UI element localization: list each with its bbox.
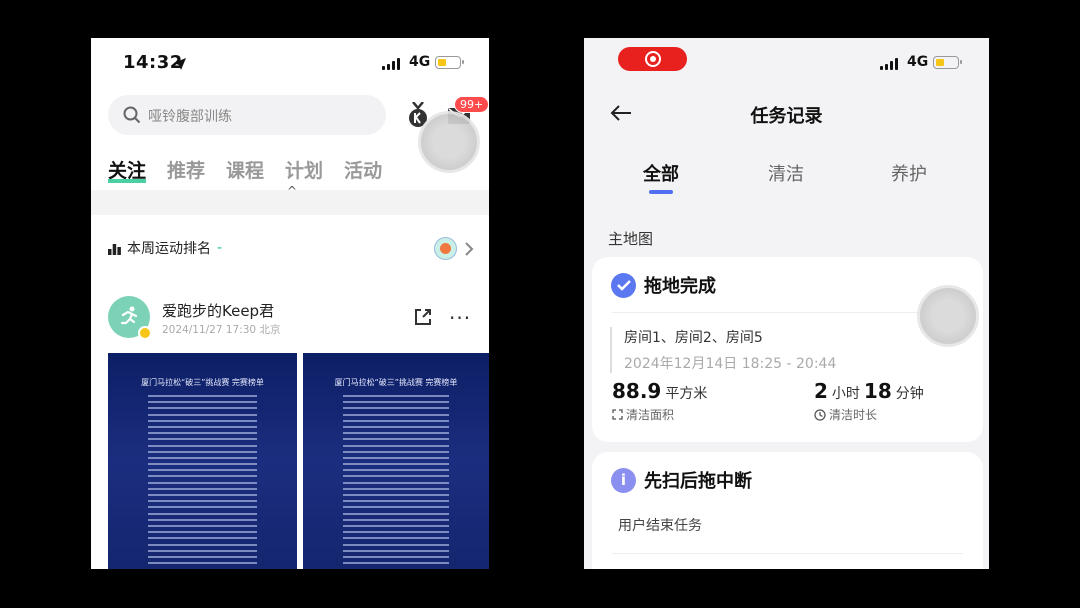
poster-title: 厦门马拉松“破三”挑战赛 完赛榜单 bbox=[334, 378, 458, 387]
tab-courses[interactable]: 课程 bbox=[226, 156, 264, 183]
area-icon bbox=[612, 409, 623, 420]
area-unit: 平方米 bbox=[665, 386, 708, 402]
verified-badge bbox=[138, 326, 152, 340]
duration-label: 清洁时长 bbox=[829, 408, 878, 422]
page-title: 任务记录 bbox=[750, 106, 823, 127]
search-placeholder: 哑铃腹部训练 bbox=[148, 109, 232, 125]
status-bar: 4G bbox=[584, 38, 989, 88]
poster-title: 厦门马拉松“破三”挑战赛 完赛榜单 bbox=[141, 378, 264, 387]
chevron-right-icon[interactable] bbox=[465, 241, 474, 260]
battery-icon bbox=[933, 56, 962, 69]
card-divider bbox=[612, 553, 963, 554]
assistive-touch-button[interactable] bbox=[418, 111, 480, 173]
card-divider bbox=[612, 312, 963, 313]
area-label: 清洁面积 bbox=[626, 408, 675, 422]
assistive-touch-button[interactable] bbox=[917, 285, 979, 347]
area-stat: 88.9 平方米 清洁面积 bbox=[612, 379, 711, 423]
rooms-list: 房间1、房间2、房间5 bbox=[624, 330, 763, 346]
feed-tabs: 关注 推荐 课程 计划 活动 bbox=[108, 156, 382, 183]
post-image-2[interactable]: 厦门马拉松“破三”挑战赛 完赛榜单 bbox=[303, 353, 489, 569]
tab-activities[interactable]: 活动 bbox=[344, 156, 382, 183]
check-icon bbox=[611, 272, 636, 298]
search-icon bbox=[123, 106, 141, 124]
status-bar: 14:32 4G bbox=[91, 38, 489, 88]
time-range: 2024年12月14日 18:25 - 20:44 bbox=[624, 356, 837, 372]
poster-table bbox=[343, 395, 449, 568]
runner-icon bbox=[120, 306, 138, 325]
task-card-mopping[interactable]: 拖地完成 房间1、房间2、房间5 2024年12月14日 18:25 - 20:… bbox=[592, 257, 983, 442]
duration-hours: 2 bbox=[814, 379, 828, 403]
divider-glyph: ^ bbox=[287, 184, 298, 198]
duration-minutes-unit: 分钟 bbox=[895, 386, 924, 402]
card-header: i 先扫后拖中断 bbox=[611, 467, 752, 493]
tab-all[interactable]: 全部 bbox=[643, 160, 679, 194]
signal-icon bbox=[880, 58, 898, 70]
info-icon: i bbox=[611, 467, 636, 493]
tab-cleaning[interactable]: 清洁 bbox=[768, 160, 804, 186]
signal-icon bbox=[382, 58, 400, 70]
tab-maintenance[interactable]: 养护 bbox=[891, 160, 927, 186]
network-label: 4G bbox=[409, 54, 431, 70]
rooms-block: 房间1、房间2、房间5 2024年12月14日 18:25 - 20:44 bbox=[610, 327, 836, 373]
battery-icon bbox=[435, 56, 464, 69]
poster-table bbox=[148, 395, 257, 568]
ranking-title: 本周运动排名 bbox=[127, 241, 211, 257]
right-phone-screen: 4G 任务记录 全部 清洁 养护 主地图 拖地完成 房间1、房间2、房间5 20… bbox=[584, 38, 989, 569]
area-value: 88.9 bbox=[612, 379, 662, 403]
duration-stat: 2 小时 18 分钟 清洁时长 bbox=[814, 379, 928, 423]
post-avatar[interactable] bbox=[108, 296, 152, 340]
ranking-icon bbox=[108, 243, 121, 255]
section-label: 主地图 bbox=[608, 230, 654, 248]
location-arrow-icon bbox=[173, 56, 187, 75]
tab-following[interactable]: 关注 bbox=[108, 156, 147, 183]
card-title: 拖地完成 bbox=[644, 276, 716, 297]
duration-minutes: 18 bbox=[863, 379, 892, 403]
post-image-1[interactable]: 厦门马拉松“破三”挑战赛 完赛榜单 bbox=[108, 353, 297, 569]
ranking-dash: - bbox=[217, 240, 223, 256]
clock-icon bbox=[814, 408, 826, 421]
section-divider: ^ bbox=[91, 184, 489, 215]
card-header: 拖地完成 bbox=[611, 272, 716, 298]
ranking-avatar[interactable] bbox=[434, 237, 457, 260]
post-author-name[interactable]: 爱跑步的Keep君 bbox=[162, 300, 274, 321]
card-title: 先扫后拖中断 bbox=[644, 471, 752, 492]
share-icon[interactable] bbox=[414, 308, 432, 330]
more-icon[interactable]: ··· bbox=[449, 306, 471, 330]
notification-badge: 99+ bbox=[454, 96, 489, 113]
task-status: 用户结束任务 bbox=[618, 518, 702, 534]
post-meta: 2024/11/27 17:30 北京 bbox=[162, 324, 281, 336]
duration-hours-unit: 小时 bbox=[831, 386, 860, 402]
search-input[interactable]: 哑铃腹部训练 bbox=[108, 95, 386, 135]
task-card-sweep-mop[interactable]: i 先扫后拖中断 用户结束任务 bbox=[592, 452, 983, 569]
weekly-ranking-row[interactable]: 本周运动排名 - bbox=[108, 238, 222, 258]
network-label: 4G bbox=[907, 54, 929, 70]
tab-plans[interactable]: 计划 bbox=[285, 156, 323, 183]
screen-record-indicator[interactable] bbox=[618, 47, 687, 71]
tab-recommend[interactable]: 推荐 bbox=[167, 156, 205, 183]
left-phone-screen: 14:32 4G 哑铃腹部训练 99+ 关注 推荐 课程 计划 活动 ^ 本周运… bbox=[91, 38, 489, 569]
